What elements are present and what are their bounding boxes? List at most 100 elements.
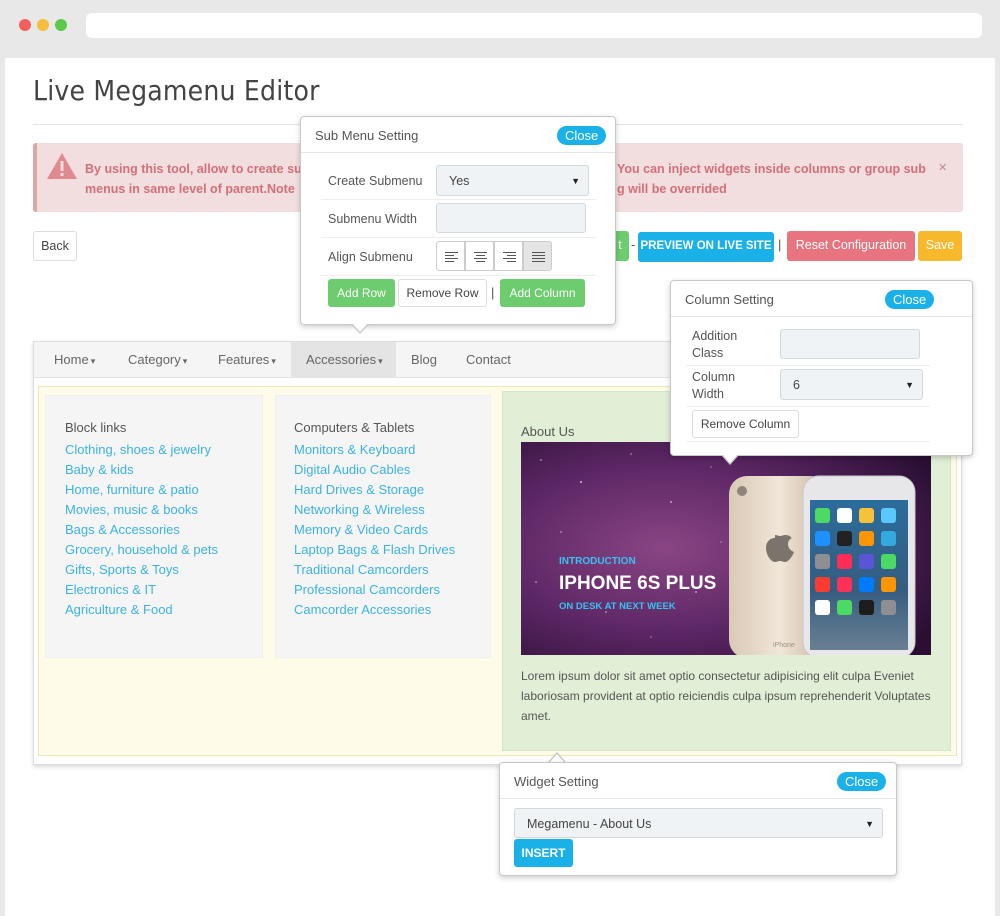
alert-line2-end: g will be overrided — [617, 182, 727, 196]
phone-brand-text: iPhone — [773, 642, 795, 649]
popup-pipe: | — [491, 285, 495, 300]
align-left-icon[interactable] — [436, 241, 465, 271]
row-divider — [321, 237, 596, 238]
browser-chrome — [0, 0, 1000, 58]
column-title: Computers & Tablets — [294, 420, 415, 435]
close-button[interactable]: Close — [885, 290, 935, 309]
window-close-dot[interactable] — [19, 19, 31, 31]
menu-link[interactable]: Traditional Camcorders — [294, 560, 455, 580]
menu-link[interactable]: Grocery, household & pets — [65, 540, 218, 560]
menu-link[interactable]: Agriculture & Food — [65, 600, 218, 620]
iphone-banner-graphic: INTRODUCTION IPHONE 6S PLUS ON DESK AT N… — [521, 442, 931, 655]
add-row-button[interactable]: Add Row — [328, 279, 395, 307]
align-justify-icon[interactable] — [523, 241, 552, 271]
nav-item-blog[interactable]: Blog — [411, 342, 437, 378]
remove-column-button[interactable]: Remove Column — [692, 410, 799, 438]
column-title: Block links — [65, 420, 127, 435]
block-links-list: Clothing, shoes & jewelry Baby & kids Ho… — [65, 440, 218, 620]
chevron-down-icon: ▼ — [905, 380, 914, 390]
create-submenu-select[interactable]: Yes ▼ — [436, 165, 589, 196]
create-submenu-label: Create Submenu — [328, 174, 423, 188]
widget-setting-popup: Widget Setting Close Megamenu - About Us… — [499, 762, 897, 876]
banner-sub-text: ON DESK AT NEXT WEEK — [559, 601, 676, 612]
popup-title: Widget Setting — [514, 774, 599, 789]
close-button[interactable]: Close — [837, 772, 887, 791]
row-divider — [686, 406, 930, 407]
column-title: About Us — [521, 424, 575, 439]
menu-link[interactable]: Baby & kids — [65, 460, 218, 480]
chevron-down-icon: ▼ — [571, 176, 580, 186]
alert-line2-start: menus in same level of parent.Note — [85, 182, 295, 196]
reset-configuration-button[interactable]: Reset Configuration — [787, 231, 915, 261]
menu-link[interactable]: Movies, music & books — [65, 500, 218, 520]
caret-down-icon: ▾ — [182, 356, 188, 366]
insert-button[interactable]: INSERT — [514, 839, 573, 867]
menu-link[interactable]: Camcorder Accessories — [294, 600, 455, 620]
warning-icon — [47, 153, 77, 179]
caret-down-icon: ▾ — [378, 356, 383, 366]
menu-link[interactable]: Monitors & Keyboard — [294, 440, 455, 460]
addition-class-input[interactable] — [780, 329, 920, 359]
remove-row-button[interactable]: Remove Row — [398, 279, 487, 307]
menu-link[interactable]: Digital Audio Cables — [294, 460, 455, 480]
toolbar-dash: - — [631, 237, 636, 252]
submenu-width-input[interactable] — [436, 203, 586, 233]
nav-label: Contact — [466, 352, 511, 367]
menu-link[interactable]: Networking & Wireless — [294, 500, 455, 520]
widget-select[interactable]: Megamenu - About Us ▼ — [514, 808, 883, 838]
preview-live-site-button[interactable]: PREVIEW ON LIVE SITE — [638, 232, 774, 262]
submenu-setting-popup: Sub Menu Setting Close Create Submenu Ye… — [300, 116, 616, 325]
column-setting-popup: Column Setting Close Addition Class Colu… — [670, 280, 973, 456]
align-button-group — [436, 241, 553, 271]
nav-item-category[interactable]: Category ▾ — [128, 342, 187, 378]
column-computers-tablets[interactable]: Computers & Tablets Monitors & Keyboard … — [275, 395, 491, 658]
nav-item-home[interactable]: Home ▾ — [54, 342, 95, 378]
select-value: Yes — [449, 174, 470, 188]
popup-header: Sub Menu Setting Close — [301, 117, 615, 153]
iphone-banner-image: INTRODUCTION IPHONE 6S PLUS ON DESK AT N… — [521, 442, 931, 655]
row-divider — [686, 365, 930, 366]
save-button[interactable]: Save — [918, 231, 962, 261]
menu-link[interactable]: Home, furniture & patio — [65, 480, 218, 500]
align-right-icon[interactable] — [494, 241, 523, 271]
select-value: Megamenu - About Us — [527, 817, 652, 831]
menu-link[interactable]: Bags & Accessories — [65, 520, 218, 540]
nav-item-accessories[interactable]: Accessories ▾ — [291, 342, 396, 378]
menu-link[interactable]: Gifts, Sports & Toys — [65, 560, 218, 580]
menu-link[interactable]: Electronics & IT — [65, 580, 218, 600]
nav-label: Blog — [411, 352, 438, 367]
address-bar[interactable] — [86, 13, 982, 38]
nav-label: Accessories — [306, 352, 377, 367]
popup-header: Column Setting Close — [671, 281, 972, 317]
window-minimize-dot[interactable] — [37, 19, 49, 31]
menu-link[interactable]: Memory & Video Cards — [294, 520, 455, 540]
popup-pointer-inner — [352, 323, 368, 332]
toolbar-pipe: | — [778, 237, 782, 252]
close-button[interactable]: Close — [557, 126, 607, 145]
nav-label: Features — [218, 352, 270, 367]
column-width-select[interactable]: 6 ▼ — [780, 369, 923, 400]
nav-item-features[interactable]: Features ▾ — [218, 342, 276, 378]
submenu-width-label: Submenu Width — [328, 212, 417, 226]
menu-link[interactable]: Hard Drives & Storage — [294, 480, 455, 500]
nav-label: Home — [54, 352, 89, 367]
menu-link[interactable]: Clothing, shoes & jewelry — [65, 440, 218, 460]
alert-close-icon[interactable]: × — [938, 159, 947, 176]
nav-item-contact[interactable]: Contact — [466, 342, 511, 378]
add-column-button[interactable]: Add Column — [500, 279, 585, 307]
banner-title-text: IPHONE 6S PLUS — [559, 573, 716, 594]
column-block-links[interactable]: Block links Clothing, shoes & jewelry Ba… — [45, 395, 263, 658]
popup-pointer-inner — [722, 454, 738, 463]
row-divider — [686, 441, 930, 442]
window-maximize-dot[interactable] — [55, 19, 67, 31]
popup-title: Sub Menu Setting — [315, 128, 419, 143]
align-center-icon[interactable] — [465, 241, 494, 271]
about-us-text: Lorem ipsum dolor sit amet optio consect… — [521, 669, 931, 723]
align-submenu-label: Align Submenu — [328, 250, 413, 264]
row-divider — [321, 199, 596, 200]
popup-title: Column Setting — [685, 292, 774, 307]
popup-header: Widget Setting Close — [500, 763, 896, 799]
menu-link[interactable]: Professional Camcorders — [294, 580, 455, 600]
menu-link[interactable]: Laptop Bags & Flash Drives — [294, 540, 455, 560]
back-button[interactable]: Back — [33, 231, 77, 261]
